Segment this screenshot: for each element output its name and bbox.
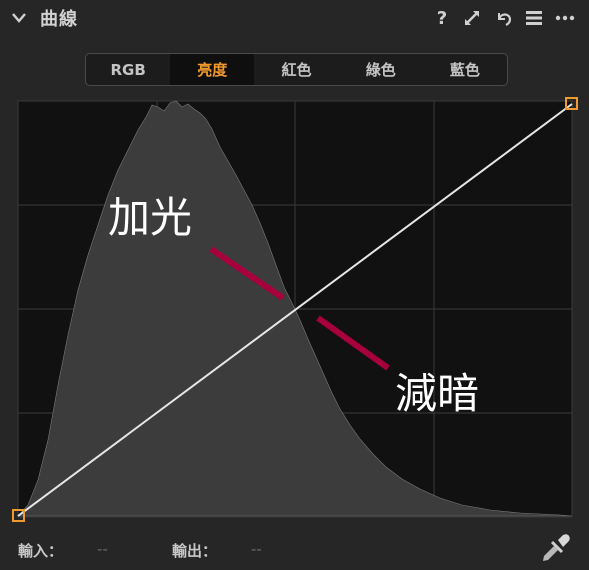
input-label: 輸入： bbox=[18, 542, 64, 560]
brighten-annotation: 加光 bbox=[108, 193, 193, 242]
tab-rgb[interactable]: RGB bbox=[86, 54, 170, 85]
reset-icon[interactable] bbox=[494, 8, 514, 28]
curve-graph[interactable] bbox=[0, 95, 589, 525]
darken-annotation: 減暗 bbox=[395, 369, 480, 418]
eyedropper-icon[interactable] bbox=[536, 532, 572, 562]
channel-tabs: RGB 亮度 紅色 綠色 藍色 bbox=[85, 53, 508, 86]
tab-green[interactable]: 綠色 bbox=[339, 54, 423, 85]
output-label: 輸出： bbox=[172, 542, 218, 560]
tab-blue[interactable]: 藍色 bbox=[423, 54, 507, 85]
tab-luminance[interactable]: 亮度 bbox=[170, 54, 255, 85]
chevron-down-icon[interactable] bbox=[10, 9, 28, 27]
more-icon[interactable] bbox=[555, 8, 575, 28]
tab-red[interactable]: 紅色 bbox=[254, 54, 338, 85]
menu-icon[interactable] bbox=[524, 8, 544, 28]
panel-title: 曲線 bbox=[40, 9, 78, 30]
expand-icon[interactable] bbox=[462, 8, 482, 28]
help-icon[interactable]: ? bbox=[432, 8, 452, 29]
input-value: -- bbox=[97, 540, 108, 558]
output-value: -- bbox=[251, 540, 262, 558]
panel-header: 曲線 ? bbox=[0, 0, 589, 36]
